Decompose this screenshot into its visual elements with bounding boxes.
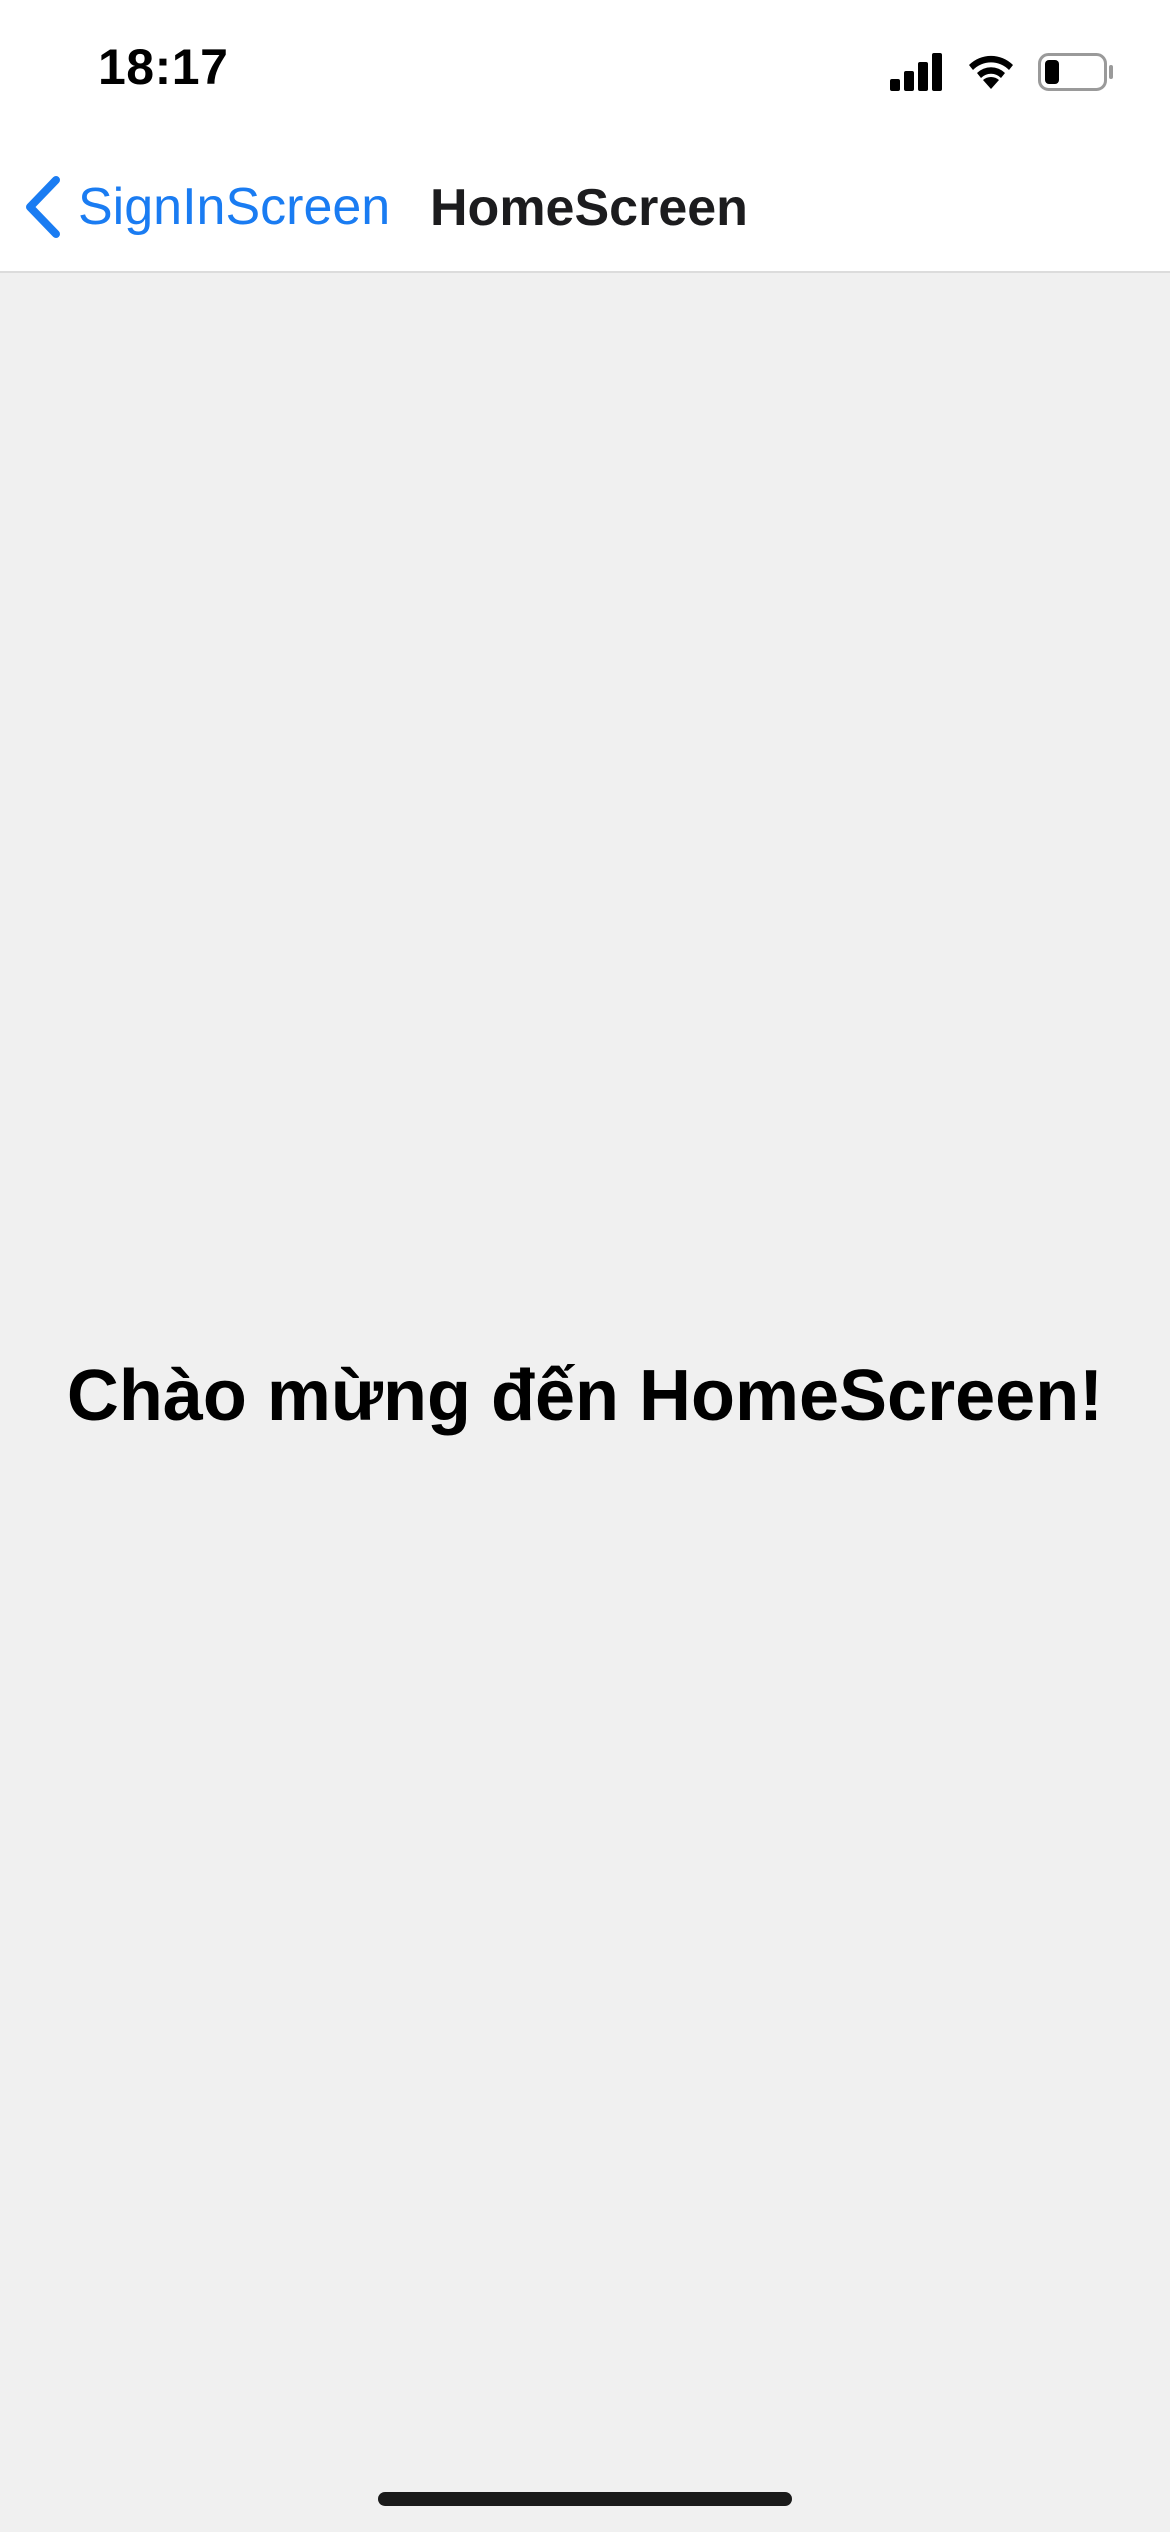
welcome-message: Chào mừng đến HomeScreen! [66,1356,1104,1436]
back-button[interactable]: SignInScreen [20,170,390,244]
chevron-left-icon [26,176,60,238]
status-time: 18:17 [98,39,229,95]
back-button-label: SignInScreen [78,178,391,236]
battery-icon [1038,53,1114,91]
navigation-bar: SignInScreen HomeScreen [0,140,1170,273]
page-title: HomeScreen [430,179,748,237]
status-icons [890,48,1114,96]
wifi-icon [966,53,1016,91]
home-indicator[interactable] [378,2492,792,2506]
status-bar: 18:17 [0,0,1170,140]
main-content: Chào mừng đến HomeScreen! [0,273,1170,2532]
signal-icon [890,53,944,91]
